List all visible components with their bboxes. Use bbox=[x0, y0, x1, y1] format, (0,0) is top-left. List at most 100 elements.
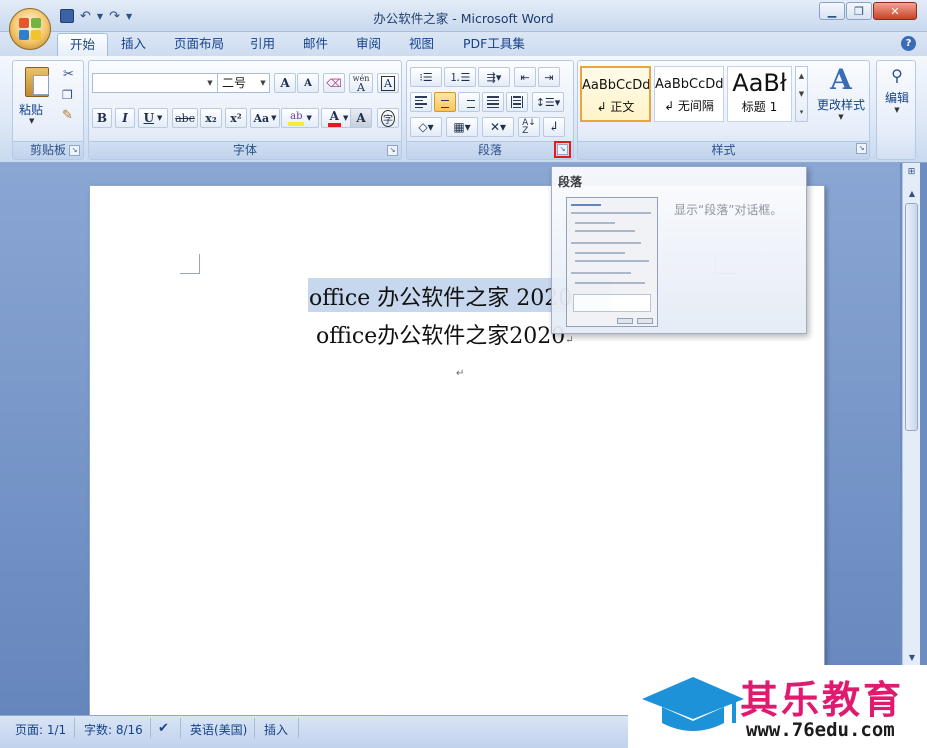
chevron-down-icon[interactable]: ▼ bbox=[906, 653, 918, 662]
clipboard-launcher-icon[interactable]: ↘ bbox=[69, 145, 80, 156]
align-center-button[interactable] bbox=[434, 92, 456, 112]
paste-label[interactable]: 粘贴 bbox=[19, 101, 43, 118]
graduation-cap-icon bbox=[642, 677, 744, 731]
status-language[interactable]: 英语(美国) bbox=[190, 721, 247, 738]
chevron-up-icon[interactable]: ▲ bbox=[796, 67, 807, 85]
style-no-spacing[interactable]: AaBbCcDd ↲ 无间隔 bbox=[654, 66, 724, 122]
chevron-down-icon[interactable]: ▼ bbox=[204, 74, 216, 92]
style-heading-1[interactable]: AaBł 标题 1 bbox=[727, 66, 792, 122]
bold-icon: B bbox=[96, 111, 108, 125]
tab-home[interactable]: 开始 bbox=[57, 33, 109, 56]
show-marks-button[interactable]: ↲ bbox=[543, 117, 565, 137]
chevron-down-icon[interactable]: ▼ bbox=[257, 74, 269, 92]
document-line-1[interactable]: office 办公软件之家 2020 bbox=[309, 280, 572, 312]
paragraph-tooltip: 段落 显示“段落”对话框。 bbox=[551, 166, 807, 334]
office-button[interactable] bbox=[9, 8, 51, 50]
vertical-scrollbar[interactable]: ⊞ ▲ ▼ bbox=[902, 163, 920, 715]
justify-icon bbox=[487, 96, 499, 108]
help-icon[interactable]: ? bbox=[901, 36, 916, 51]
chinese-layout-button[interactable]: ✕▾ bbox=[482, 117, 514, 137]
chevron-down-icon[interactable]: ▼ bbox=[29, 117, 34, 125]
bold-button[interactable]: B bbox=[92, 108, 112, 128]
ruler-toggle-icon[interactable]: ⊞ bbox=[905, 167, 918, 180]
justify-button[interactable] bbox=[482, 92, 504, 112]
enclose-char-button[interactable]: 字 bbox=[377, 108, 399, 128]
char-border-button[interactable]: A bbox=[377, 73, 399, 93]
close-button[interactable]: ✕ bbox=[873, 2, 917, 20]
font-name-input[interactable] bbox=[92, 73, 218, 93]
line-spacing-button[interactable]: ↕☰▾ bbox=[532, 92, 564, 112]
style-normal-label: ↲ 正文 bbox=[596, 100, 635, 114]
underline-button[interactable]: U ▼ bbox=[138, 108, 168, 128]
tab-mailings[interactable]: 邮件 bbox=[291, 33, 340, 56]
paste-button[interactable] bbox=[21, 65, 53, 103]
chevron-up-icon[interactable]: ▲ bbox=[906, 189, 918, 198]
watermark: 其乐教育 www.76edu.com bbox=[628, 665, 927, 748]
italic-icon: I bbox=[122, 111, 128, 125]
multilevel-list-button[interactable]: ⇶▾ bbox=[478, 67, 510, 87]
styles-scroll[interactable]: ▲ ▼ ▾ bbox=[795, 66, 808, 122]
shrink-font-button[interactable]: A bbox=[297, 73, 319, 93]
increase-indent-button[interactable]: ⇥ bbox=[538, 67, 560, 87]
style-normal[interactable]: AaBbCcDd ↲ 正文 bbox=[580, 66, 651, 122]
tab-references[interactable]: 引用 bbox=[238, 33, 287, 56]
status-insert-mode[interactable]: 插入 bbox=[264, 721, 288, 738]
decrease-indent-button[interactable]: ⇤ bbox=[514, 67, 536, 87]
office-logo-icon bbox=[19, 18, 41, 40]
minimize-button[interactable]: ▁ bbox=[819, 2, 845, 20]
paragraph-launcher-icon[interactable]: ↘ bbox=[554, 141, 571, 158]
chinese-layout-icon: ✕▾ bbox=[489, 120, 507, 134]
font-launcher-icon[interactable]: ↘ bbox=[387, 145, 398, 156]
chevron-down-icon: ▼ bbox=[894, 106, 900, 114]
clear-format-button[interactable]: ⌫ bbox=[323, 73, 345, 93]
copy-icon[interactable]: ❐ bbox=[62, 88, 73, 102]
status-page[interactable]: 页面: 1/1 bbox=[15, 721, 66, 738]
style-heading-1-label: 标题 1 bbox=[741, 100, 778, 114]
highlight-button[interactable]: ab ▼ bbox=[281, 108, 319, 128]
phonetic-guide-button[interactable]: wén A bbox=[349, 73, 373, 93]
clipboard-group: 粘贴 ▼ ✂ ❐ ✎ 剪贴板 ↘ bbox=[12, 60, 84, 160]
strikethrough-icon: abc bbox=[175, 111, 195, 125]
char-shading-button[interactable]: A bbox=[350, 108, 372, 128]
document-line-2[interactable]: office办公软件之家2020↵ bbox=[316, 318, 574, 350]
styles-launcher-icon[interactable]: ↘ bbox=[856, 143, 867, 154]
restore-button[interactable]: ❐ bbox=[846, 2, 872, 20]
char-shading-icon: A bbox=[356, 111, 366, 125]
style-heading-1-sample: AaBł bbox=[732, 69, 787, 97]
superscript-button[interactable]: x² bbox=[225, 108, 247, 128]
numbering-button[interactable]: ⒈☰ bbox=[444, 67, 476, 87]
char-border-icon: A bbox=[381, 75, 395, 91]
format-painter-icon[interactable]: ✎ bbox=[62, 108, 73, 123]
editing-button[interactable]: ⚲ 编辑 ▼ bbox=[881, 63, 913, 127]
tab-insert[interactable]: 插入 bbox=[109, 33, 158, 56]
bullets-button[interactable]: ⁝☰ bbox=[410, 67, 442, 87]
tab-page-layout[interactable]: 页面布局 bbox=[162, 33, 236, 56]
proofing-icon[interactable]: ✔ bbox=[158, 721, 169, 736]
shading-button[interactable]: ◇▾ bbox=[410, 117, 442, 137]
font-group-label: 字体 bbox=[89, 141, 401, 159]
chevron-down-icon[interactable]: ▼ bbox=[796, 85, 807, 103]
subscript-button[interactable]: x₂ bbox=[200, 108, 222, 128]
scissors-icon[interactable]: ✂ bbox=[63, 67, 74, 82]
status-word-count[interactable]: 字数: 8/16 bbox=[84, 721, 143, 738]
distributed-button[interactable] bbox=[506, 92, 528, 112]
tab-review[interactable]: 审阅 bbox=[344, 33, 393, 56]
italic-button[interactable]: I bbox=[115, 108, 135, 128]
grow-font-button[interactable]: A bbox=[274, 73, 296, 93]
scroll-thumb[interactable] bbox=[905, 203, 918, 431]
increase-indent-icon: ⇥ bbox=[544, 70, 554, 84]
change-case-icon: Aa bbox=[253, 111, 270, 125]
tab-pdf-tools[interactable]: PDF工具集 bbox=[451, 33, 537, 56]
strikethrough-button[interactable]: abc bbox=[172, 108, 198, 128]
status-separator bbox=[74, 718, 75, 738]
borders-button[interactable]: ▦▾ bbox=[446, 117, 478, 137]
more-icon[interactable]: ▾ bbox=[796, 103, 807, 121]
tooltip-title: 段落 bbox=[558, 175, 583, 189]
align-right-button[interactable] bbox=[458, 92, 480, 112]
change-styles-label: 更改样式 bbox=[816, 98, 865, 112]
change-case-button[interactable]: Aa ▼ bbox=[250, 108, 280, 128]
change-styles-button[interactable]: A 更改样式 ▼ bbox=[816, 64, 866, 132]
align-left-button[interactable] bbox=[410, 92, 432, 112]
tab-view[interactable]: 视图 bbox=[397, 33, 446, 56]
sort-button[interactable]: A↓ Z bbox=[518, 117, 540, 137]
